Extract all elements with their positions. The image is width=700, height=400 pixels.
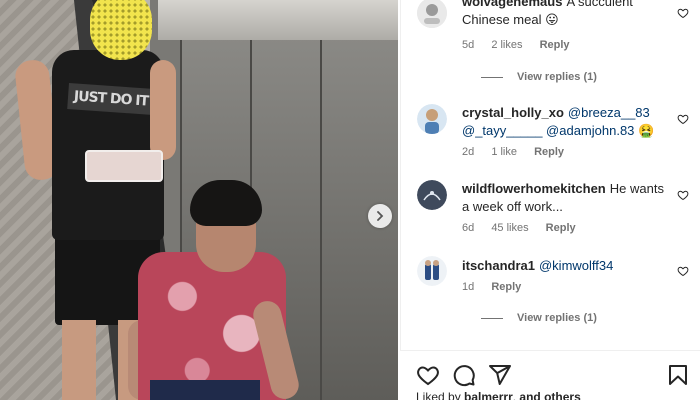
comment-meta: 5d 2 likes Reply (462, 39, 584, 51)
mention-link[interactable]: @_tayy_____ (462, 123, 542, 138)
avatar[interactable] (417, 256, 447, 286)
reply-button[interactable]: Reply (540, 39, 570, 51)
emoji: 🤮 (638, 123, 655, 138)
next-image-button[interactable] (368, 204, 392, 228)
mention-link[interactable]: @kimwolff34 (539, 258, 613, 273)
comment-meta: 6d 45 likes Reply (462, 222, 590, 234)
avatar[interactable] (417, 104, 447, 134)
liked-by-line: Liked by balmerrr, and others (416, 390, 581, 400)
divider (481, 317, 503, 319)
post-photo: JUST DO IT (0, 0, 398, 400)
comment-age: 1d (462, 281, 475, 293)
comment-text: wolvagenemaus A succulent Chinese meal 😛 (462, 0, 672, 29)
avatar[interactable] (417, 0, 447, 28)
reply-button[interactable]: Reply (546, 222, 576, 234)
liked-by-user[interactable]: balmerrr (464, 390, 513, 400)
person-pants (150, 380, 260, 400)
heart-icon[interactable] (677, 189, 689, 201)
comment-icon[interactable] (452, 363, 476, 387)
glass-railing (158, 0, 398, 40)
person-hair (190, 180, 262, 226)
liked-by-others[interactable]: and others (519, 390, 580, 400)
person-leg (62, 320, 96, 400)
heart-icon[interactable] (677, 7, 689, 19)
comment-item: crystal_holly_xo @breeza__83 @_tayy_____ … (417, 104, 697, 164)
heart-icon[interactable] (677, 113, 689, 125)
liked-by-prefix: Liked by (416, 390, 461, 400)
emoji: 😛 (545, 12, 559, 27)
comment-text: crystal_holly_xo @breeza__83 @_tayy_____ … (462, 104, 672, 140)
comments-panel: wolvagenemaus A succulent Chinese meal 😛 … (400, 0, 700, 400)
food-container (85, 150, 163, 182)
comment-age: 6d (462, 222, 475, 234)
comment-likes[interactable]: 1 like (491, 146, 517, 158)
mention-link[interactable]: @breeza__83 (568, 105, 650, 120)
comment-text: itschandra1 @kimwolff34 (462, 257, 672, 275)
chevron-right-icon (377, 211, 384, 221)
avatar[interactable] (417, 180, 447, 210)
comment-likes[interactable]: 2 likes (491, 39, 522, 51)
comment-username[interactable]: itschandra1 (462, 258, 535, 273)
bookmark-icon[interactable] (666, 363, 690, 387)
comment-item: wolvagenemaus A succulent Chinese meal 😛 … (417, 0, 697, 90)
comment-item: wildflowerhomekitchen He wants a week off… (417, 180, 697, 240)
comment-username[interactable]: crystal_holly_xo (462, 105, 564, 120)
comment-text: wildflowerhomekitchen He wants a week off… (462, 180, 672, 216)
comment-age: 2d (462, 146, 475, 158)
comment-meta: 2d 1 like Reply (462, 146, 578, 158)
view-replies-label: View replies (1) (517, 312, 597, 324)
comment-username[interactable]: wolvagenemaus (462, 0, 562, 9)
reply-button[interactable]: Reply (491, 281, 521, 293)
comment-item: itschandra1 @kimwolff34 1d Reply View rep… (417, 256, 697, 336)
comment-likes[interactable]: 45 likes (491, 222, 528, 234)
person-arm (150, 60, 176, 160)
view-replies-button[interactable]: View replies (1) (481, 312, 597, 324)
share-icon[interactable] (488, 363, 512, 387)
heart-icon[interactable] (416, 363, 440, 387)
heart-icon[interactable] (677, 265, 689, 277)
comment-age: 5d (462, 39, 475, 51)
mention-link[interactable]: @adamjohn.83 (546, 123, 634, 138)
view-replies-label: View replies (1) (517, 71, 597, 83)
person-tank-top (52, 50, 164, 240)
pixelated-face (90, 0, 152, 60)
comment-meta: 1d Reply (462, 281, 535, 293)
divider (481, 76, 503, 78)
reply-button[interactable]: Reply (534, 146, 564, 158)
view-replies-button[interactable]: View replies (1) (481, 71, 597, 83)
comment-username[interactable]: wildflowerhomekitchen (462, 181, 606, 196)
